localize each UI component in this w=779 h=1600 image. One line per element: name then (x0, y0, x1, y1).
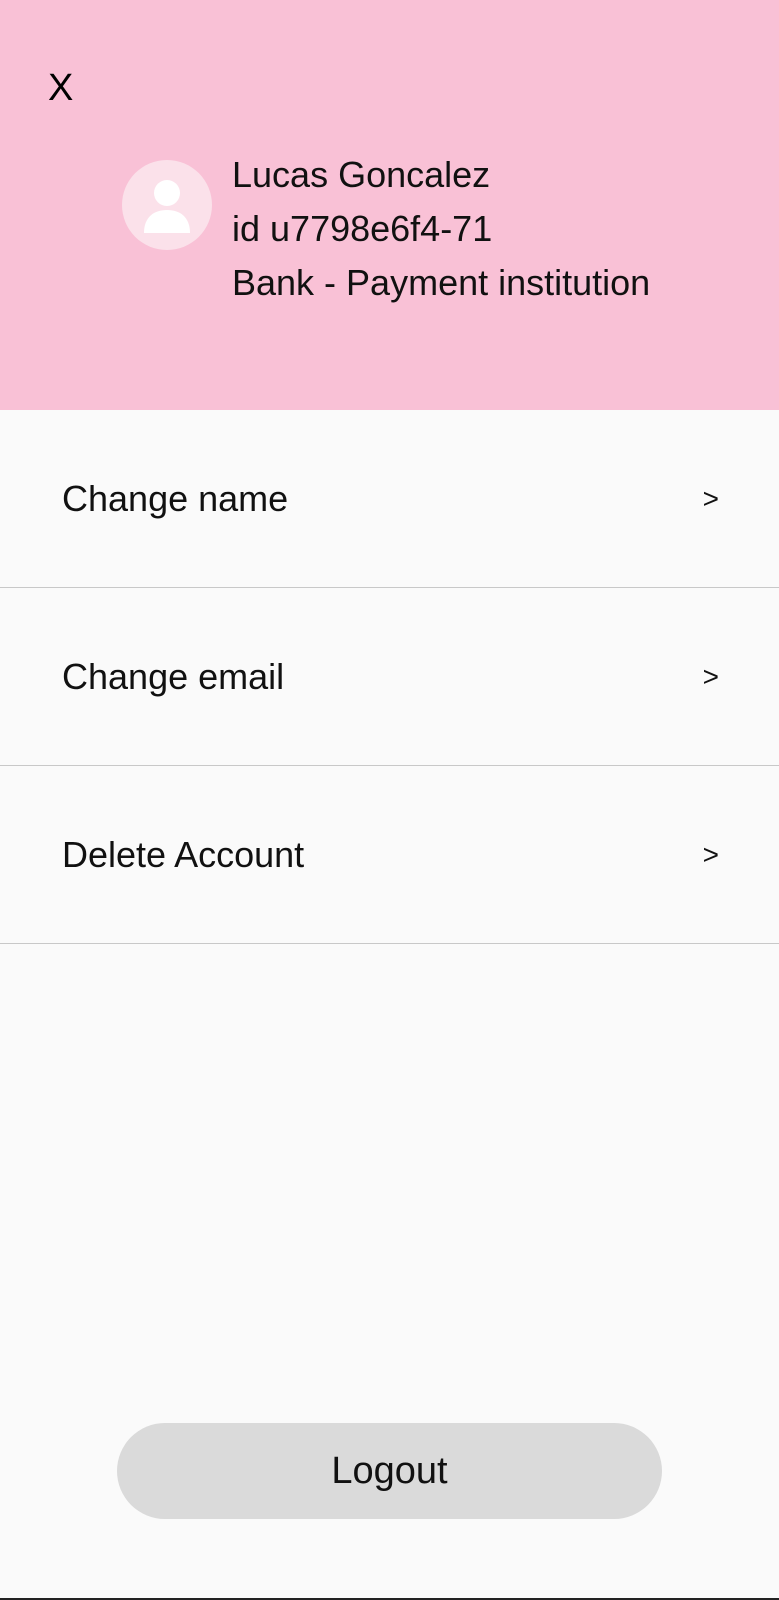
profile-info: Lucas Goncalez id u7798e6f4-71 Bank - Pa… (232, 148, 650, 310)
settings-menu: Change name > Change email > Delete Acco… (0, 410, 779, 944)
profile-name: Lucas Goncalez (232, 154, 491, 195)
profile-institution: Bank - Payment institution (232, 262, 651, 303)
profile-id: id u7798e6f4-71 (232, 208, 493, 249)
chevron-right-icon: > (702, 838, 719, 870)
menu-item-label: Change name (62, 477, 289, 519)
menu-item-delete-account[interactable]: Delete Account > (0, 766, 779, 944)
menu-item-change-name[interactable]: Change name > (0, 410, 779, 588)
menu-item-label: Change email (62, 655, 285, 697)
account-screen: X Lucas Goncalez id u7798e6f4-71 Bank - … (0, 0, 779, 1600)
avatar (122, 160, 212, 250)
profile-header: X Lucas Goncalez id u7798e6f4-71 Bank - … (0, 0, 779, 410)
menu-item-change-email[interactable]: Change email > (0, 588, 779, 766)
logout-button[interactable]: Logout (117, 1423, 662, 1519)
chevron-right-icon: > (702, 660, 719, 692)
menu-item-label: Delete Account (62, 833, 305, 875)
close-button[interactable]: X (48, 66, 88, 110)
chevron-right-icon: > (702, 482, 719, 514)
person-icon (144, 180, 190, 233)
